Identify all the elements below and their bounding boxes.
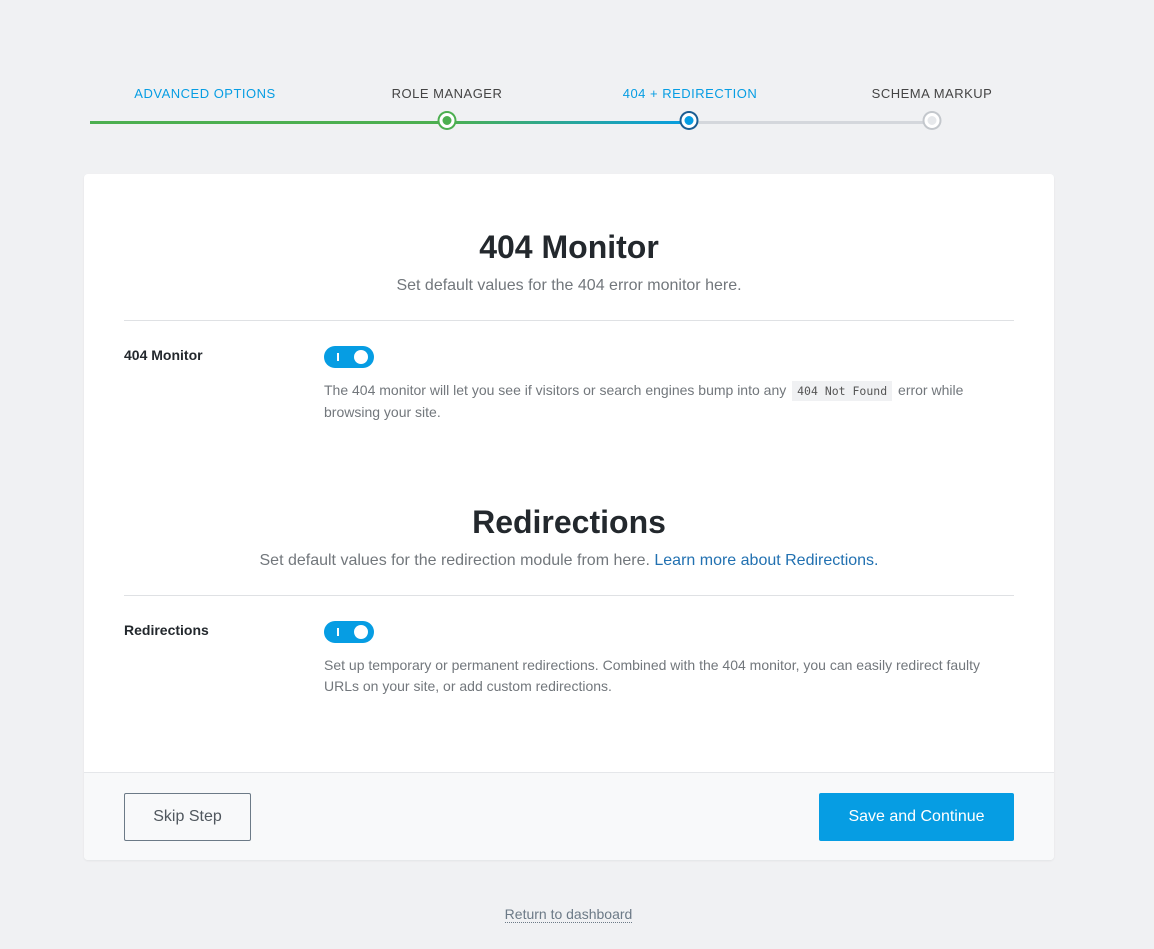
monitor-field-label: 404 Monitor <box>124 347 203 363</box>
redirections-description-text: Set default values for the redirection m… <box>259 552 655 569</box>
wizard-footer: Skip Step Save and Continue <box>84 772 1054 860</box>
stepper-track-complete <box>90 121 447 124</box>
return-to-dashboard: Return to dashboard <box>0 906 1137 923</box>
redirections-field-label: Redirections <box>124 622 209 638</box>
step-schema-markup-dot <box>924 113 940 128</box>
monitor-help-before: The 404 monitor will let you see if visi… <box>324 382 791 398</box>
step-404-redirection-dot <box>681 113 697 128</box>
monitor-help-text: The 404 monitor will let you see if visi… <box>324 380 989 423</box>
learn-more-redirections-link[interactable]: Learn more about Redirections. <box>654 552 878 569</box>
monitor-section-divider <box>124 320 1014 321</box>
setup-stepper: Advanced Options Role Manager 404 + Redi… <box>0 0 1154 150</box>
redirections-section-title: Redirections <box>472 504 666 540</box>
redirections-section-description: Set default values for the redirection m… <box>84 552 1054 570</box>
step-role-manager-dot <box>439 113 455 128</box>
step-role-manager[interactable]: Role Manager <box>392 86 503 101</box>
toggle-knob <box>354 625 368 639</box>
redirections-toggle[interactable] <box>324 621 374 643</box>
return-to-dashboard-link[interactable]: Return to dashboard <box>504 906 633 923</box>
step-advanced-options[interactable]: Advanced Options <box>134 86 275 101</box>
monitor-section-description: Set default values for the 404 error mon… <box>396 277 742 294</box>
stepper-track-progress <box>447 121 689 124</box>
redirections-help-text: Set up temporary or permanent redirectio… <box>324 657 980 694</box>
step-404-redirection[interactable]: 404 + Redirection <box>623 86 758 101</box>
monitor-help-code: 404 Not Found <box>792 381 893 401</box>
monitor-section-title: 404 Monitor <box>479 229 659 265</box>
skip-step-button[interactable]: Skip Step <box>124 793 251 841</box>
wizard-card: 404 Monitor Set default values for the 4… <box>84 174 1054 860</box>
toggle-knob <box>354 350 368 364</box>
redirections-section-divider <box>124 595 1014 596</box>
toggle-on-indicator <box>337 353 339 361</box>
stepper-track-remaining <box>689 121 932 124</box>
step-schema-markup[interactable]: Schema Markup <box>872 86 993 101</box>
toggle-on-indicator <box>337 628 339 636</box>
save-and-continue-button[interactable]: Save and Continue <box>819 793 1014 841</box>
monitor-toggle[interactable] <box>324 346 374 368</box>
